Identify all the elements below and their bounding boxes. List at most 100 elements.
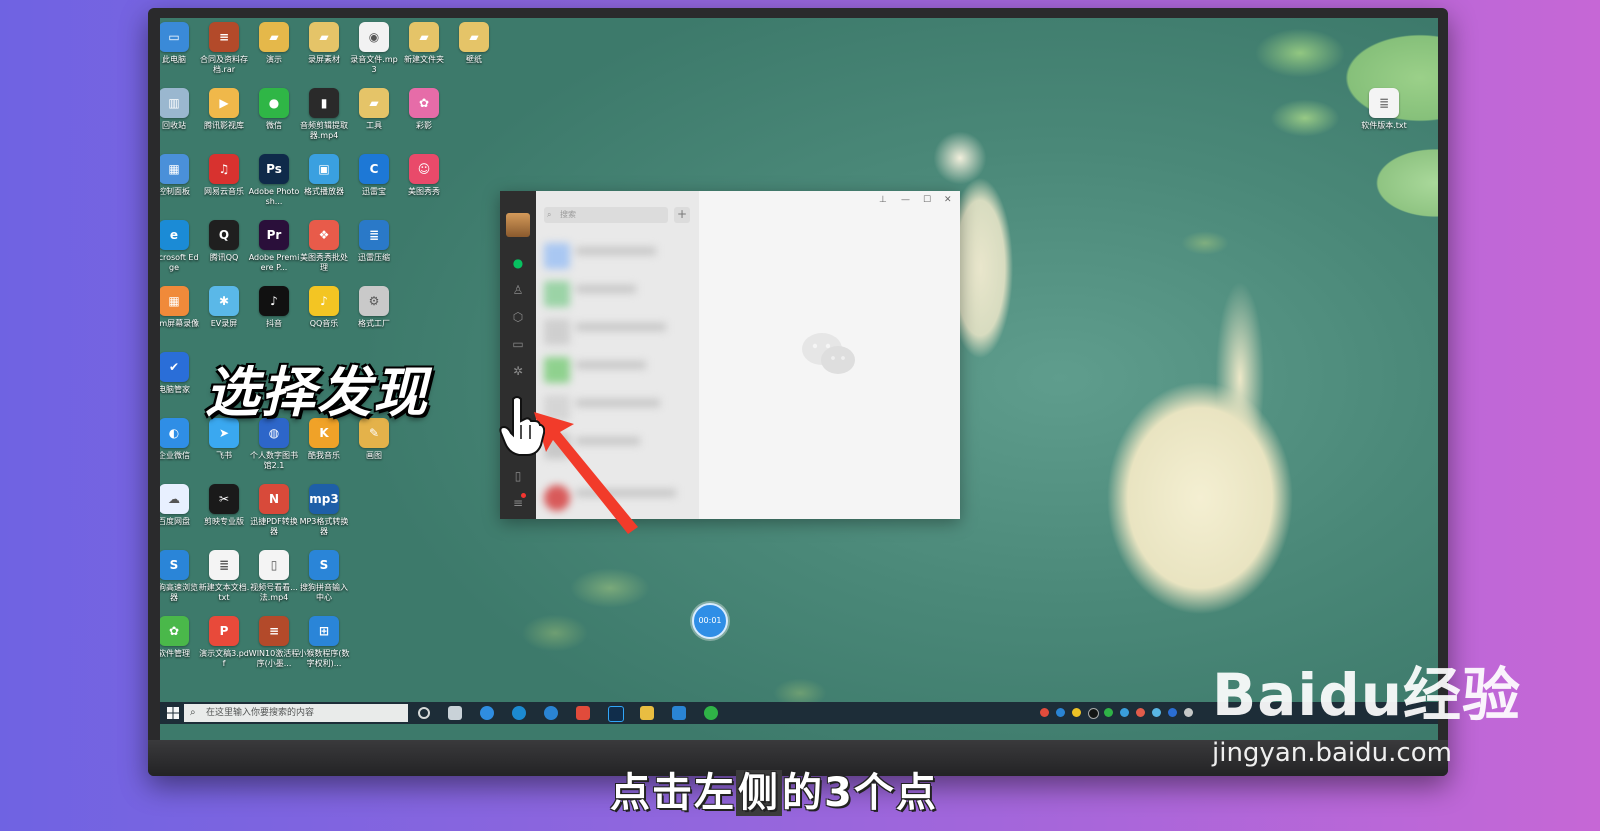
desktop-icon-label: MP3格式转换器	[299, 517, 349, 536]
desktop-icon[interactable]: ▰ 新建文件夹	[398, 22, 450, 65]
desktop-icon[interactable]: ▰ 录屏素材	[298, 22, 350, 65]
desktop-icon[interactable]: ▥ 回收站	[160, 88, 200, 131]
phone-icon[interactable]: ▯	[510, 468, 526, 484]
app-icon: ◐	[160, 418, 189, 448]
desktop-icon[interactable]: ≣ 新建文本文档.txt	[198, 550, 250, 603]
task-view-icon[interactable]	[448, 706, 462, 720]
desktop-icon-label: 此电脑	[162, 55, 186, 64]
app-icon: ●	[259, 88, 289, 118]
tray-icon[interactable]	[1184, 708, 1193, 717]
subtitle-highlight: 侧	[736, 770, 782, 816]
desktop-icon[interactable]: ⚙ 格式工厂	[348, 286, 400, 329]
desktop-icon[interactable]: ♪ QQ音乐	[298, 286, 350, 329]
sogou-browser-icon[interactable]	[544, 706, 558, 720]
desktop-icon[interactable]: ❖ 美图秀秀批处理	[298, 220, 350, 273]
desktop-icon[interactable]: ♪ 抖音	[248, 286, 300, 329]
desktop-icon[interactable]: ▰ 工具	[348, 88, 400, 131]
search-icon: ⌕	[547, 210, 552, 219]
desktop-icon[interactable]: ≡ 合同及资料存档.rar	[198, 22, 250, 75]
search-input[interactable]: 搜索	[544, 207, 668, 223]
tray-icon[interactable]	[1168, 708, 1177, 717]
subtitle-part: 的3个点	[782, 770, 938, 816]
desktop-icon[interactable]: ≣ 迅雷压缩	[348, 220, 400, 263]
desktop-icon[interactable]: mp3 MP3格式转换器	[298, 484, 350, 537]
tray-icon[interactable]	[1120, 708, 1129, 717]
desktop-icon[interactable]: ● 微信	[248, 88, 300, 131]
moments-icon[interactable]: ✲	[510, 363, 526, 379]
favorites-icon[interactable]: ⬡	[510, 309, 526, 325]
tray-icon[interactable]	[1056, 708, 1065, 717]
list-item[interactable]	[540, 391, 694, 425]
store-icon[interactable]	[672, 706, 686, 720]
minimize-button[interactable]: —	[901, 195, 910, 205]
list-item[interactable]	[540, 429, 694, 463]
desktop-icon[interactable]: ◉ 录音文件.mp3	[348, 22, 400, 75]
desktop-icon[interactable]: ✿ 软件管理	[160, 616, 200, 659]
tray-icon[interactable]	[1104, 708, 1113, 717]
desktop-icon[interactable]: P 演示文稿3.pdf	[198, 616, 250, 669]
desktop-icon[interactable]: ☁ 百度网盘	[160, 484, 200, 527]
list-item[interactable]	[540, 353, 694, 387]
desktop-icon[interactable]: ▦ 控制面板	[160, 154, 200, 197]
list-item[interactable]	[540, 277, 694, 311]
desktop-icon[interactable]: ◐ 企业微信	[160, 418, 200, 461]
desktop-icon[interactable]: ▶ 腾讯影视库	[198, 88, 250, 131]
wechat-taskbar-icon[interactable]	[704, 706, 718, 720]
chat-icon[interactable]: ●	[510, 255, 526, 271]
edge-icon[interactable]	[512, 706, 526, 720]
desktop-icon[interactable]: ▣ 格式播放器	[298, 154, 350, 197]
desktop-icon-label: 腾讯影视库	[204, 121, 244, 130]
desktop-icon[interactable]: ≡ WIN10激活程序(小墨...	[248, 616, 300, 669]
desktop-icon[interactable]: S 搜狗拼音输入中心	[298, 550, 350, 603]
add-chat-button[interactable]: +	[674, 207, 690, 223]
enterprise-wechat-icon[interactable]	[480, 706, 494, 720]
desktop-icon[interactable]: ✂ 剪映专业版	[198, 484, 250, 527]
contacts-icon[interactable]: ♙	[510, 282, 526, 298]
desktop-icon[interactable]: ✿ 彩影	[398, 88, 450, 131]
list-item[interactable]	[540, 481, 694, 515]
desktop-icon[interactable]: ✔ 电脑管家	[160, 352, 200, 395]
desktop-icon[interactable]: C 迅雷宝	[348, 154, 400, 197]
file-explorer-icon[interactable]	[640, 706, 654, 720]
desktop-icon[interactable]: ▰ 壁纸	[448, 22, 500, 65]
files-icon[interactable]: ▭	[510, 336, 526, 352]
taskbar-search-input[interactable]: 在这里输入你要搜索的内容	[184, 704, 408, 722]
desktop-icon[interactable]: Q 腾讯QQ	[198, 220, 250, 263]
desktop-icon[interactable]: e Microsoft Edge	[160, 220, 200, 273]
desktop-icon[interactable]: Pr Adobe Premiere P...	[248, 220, 300, 273]
desktop-icon-label: WIN10激活程序(小墨...	[248, 649, 300, 668]
list-item[interactable]	[540, 315, 694, 349]
desktop-icon[interactable]: ♫ 网易云音乐	[198, 154, 250, 197]
app-icon: ✿	[409, 88, 439, 118]
pin-button[interactable]: ⊥	[879, 195, 887, 205]
cortana-icon[interactable]	[418, 707, 430, 719]
tray-icon[interactable]	[1072, 708, 1081, 717]
photoshop-icon[interactable]	[608, 706, 624, 722]
wechat-window[interactable]: ● ♙ ⬡ ▭ ✲ ◎ ▯ ≡ 搜索 ⌕ + ⊥ — ☐ ✕	[500, 191, 960, 519]
tray-icon[interactable]	[1040, 708, 1049, 717]
desktop-icon[interactable]: ▭ 此电脑	[160, 22, 200, 65]
app-icon: N	[259, 484, 289, 514]
desktop-icon[interactable]: ▮ 音频剪辑提取器.mp4	[298, 88, 350, 141]
desktop-icon[interactable]: ▯ 视频号看看...法.mp4	[248, 550, 300, 603]
desktop-icon[interactable]: Ps Adobe Photosh...	[248, 154, 300, 207]
desktop-icon[interactable]: S 搜狗高速浏览器	[160, 550, 200, 603]
desktop-icon[interactable]: ▰ 演示	[248, 22, 300, 65]
desktop-icon[interactable]: ☺ 美图秀秀	[398, 154, 450, 197]
desktop-icon[interactable]: N 迅捷PDF转换器	[248, 484, 300, 537]
tray-icon[interactable]	[1088, 708, 1099, 719]
desktop-icon-software-version-txt[interactable]: ≣ 软件版本.txt	[1358, 88, 1410, 131]
tray-icon[interactable]	[1136, 708, 1145, 717]
desktop-icon[interactable]: ✱ EV录屏	[198, 286, 250, 329]
wechat-sidebar: ● ♙ ⬡ ▭ ✲ ◎ ▯ ≡	[500, 191, 536, 519]
list-item[interactable]	[540, 239, 694, 273]
user-avatar[interactable]	[506, 213, 530, 237]
wps-icon[interactable]	[576, 706, 590, 720]
app-icon: ♪	[259, 286, 289, 316]
desktop-icon[interactable]: ▦ Cam屏幕录像	[160, 286, 200, 329]
maximize-button[interactable]: ☐	[923, 195, 931, 205]
desktop-icon[interactable]: ⊞ 小猴数程序(数字权利)...	[298, 616, 350, 669]
close-button[interactable]: ✕	[944, 195, 952, 205]
tray-icon[interactable]	[1152, 708, 1161, 717]
windows-start-icon[interactable]	[166, 706, 180, 720]
